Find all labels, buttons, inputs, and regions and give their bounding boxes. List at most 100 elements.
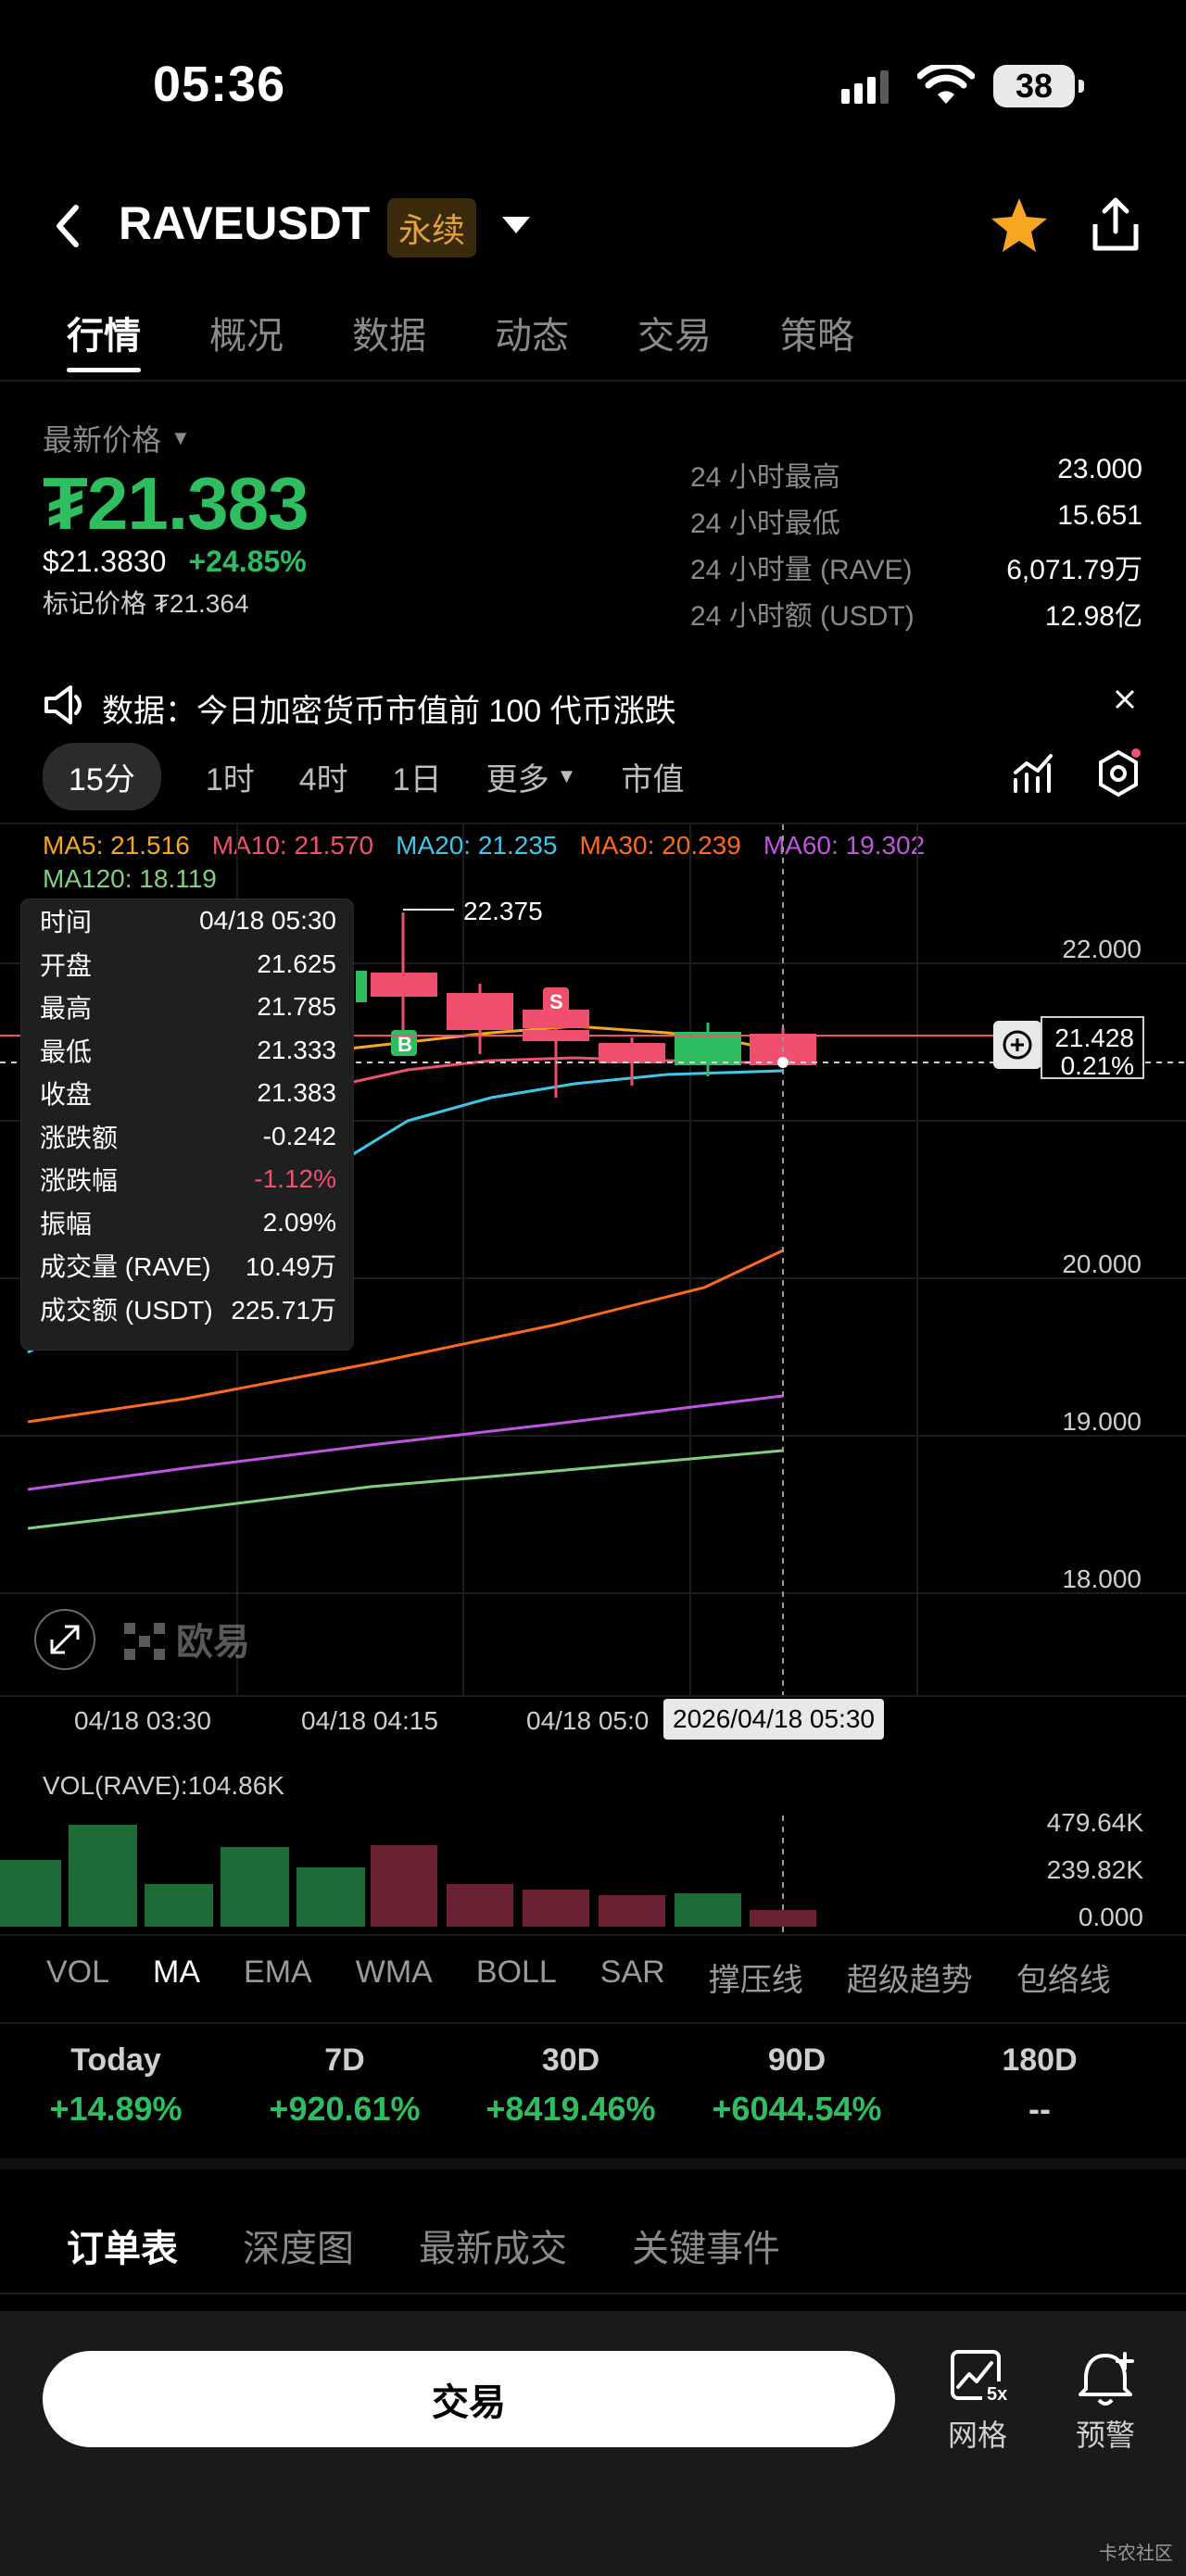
symbol-dropdown-icon[interactable] — [500, 215, 532, 237]
battery-indicator: 38 — [993, 65, 1084, 107]
tab-trade[interactable]: 交易 — [637, 306, 712, 371]
performance-row: Today +14.89% 7D +920.61% 30D +8419.46% 90D… — [0, 2042, 1186, 2129]
tab-strategy[interactable]: 策略 — [780, 306, 854, 371]
last-price-label[interactable]: 最新价格 ▼ — [43, 417, 191, 459]
volume-bar — [145, 1884, 213, 1927]
stat-value: 15.651 — [1057, 500, 1142, 531]
perf-today: Today +14.89% — [0, 2042, 232, 2129]
sell-marker[interactable]: S — [543, 987, 569, 1013]
tab-key-events[interactable]: 关键事件 — [632, 2218, 780, 2272]
symbol-title[interactable]: RAVEUSDT — [119, 196, 370, 250]
orderbook-divider — [0, 2293, 1186, 2294]
back-icon[interactable] — [52, 202, 83, 250]
trade-button[interactable]: 交易 — [43, 2351, 895, 2447]
timeframe-4h[interactable]: 4时 — [299, 754, 348, 799]
perf-label: 90D — [767, 2042, 826, 2078]
indicator-sar[interactable]: SAR — [600, 1954, 665, 2000]
stat-label: 24 小时最低 — [690, 509, 840, 539]
share-icon[interactable] — [1090, 196, 1142, 254]
candle — [371, 973, 437, 997]
tooltip-label: 涨跌幅 — [40, 1166, 119, 1196]
grid-trading-icon: 5x — [951, 2350, 1014, 2405]
speaker-icon — [44, 685, 82, 724]
perpetual-badge: 永续 — [387, 198, 477, 258]
perf-label: 7D — [324, 2042, 365, 2078]
orderbook-tabs: 订单表 深度图 最新成交 关键事件 — [67, 2218, 845, 2272]
timeframe-more[interactable]: 更多 ▼ — [486, 754, 577, 799]
volume-label: VOL(RAVE):104.86K — [43, 1771, 284, 1800]
indicator-supertrend[interactable]: 超级趋势 — [847, 1954, 973, 2000]
favorite-star-icon[interactable] — [990, 196, 1049, 254]
perf-value: +8419.46% — [486, 2090, 656, 2128]
tooltip-row: 最低 21.333 — [21, 1029, 353, 1073]
buy-marker[interactable]: B — [391, 1030, 417, 1056]
tooltip-value: -1.12% — [254, 1164, 336, 1194]
usd-price: $21.3830 — [43, 545, 167, 578]
indicator-vol[interactable]: VOL — [46, 1954, 109, 2000]
perf-value: -- — [1028, 2090, 1051, 2128]
tab-data[interactable]: 数据 — [352, 306, 426, 371]
tabs-divider — [0, 380, 1186, 382]
indicator-wma[interactable]: WMA — [356, 1954, 433, 2000]
candles — [356, 912, 816, 1098]
grid-leverage-badge: 5x — [987, 2384, 1007, 2405]
chart-settings-icon[interactable] — [1095, 748, 1142, 798]
volume-chart[interactable] — [0, 1816, 1186, 1936]
tooltip-value: 2.09% — [262, 1207, 336, 1237]
x-tick-label: 04/18 05:0 — [526, 1706, 650, 1735]
tooltip-value: 21.383 — [257, 1078, 336, 1108]
mark-price: 标记价格 ₮21.364 — [43, 589, 249, 618]
tab-latest-trades[interactable]: 最新成交 — [419, 2218, 567, 2272]
volume-bar — [69, 1825, 137, 1927]
perf-value: +14.89% — [49, 2090, 183, 2128]
indicator-envelope[interactable]: 包络线 — [1016, 1954, 1111, 2000]
indicator-bar: VOL MA EMA WMA BOLL SAR 撑压线 超级趋势 包络线 — [46, 1954, 1111, 2000]
timeframe-marketcap[interactable]: 市值 — [621, 754, 684, 799]
indicator-ma[interactable]: MA — [153, 1954, 200, 2000]
timeframe-15m[interactable]: 15分 — [43, 742, 161, 810]
indicator-support-resistance[interactable]: 撑压线 — [709, 1954, 803, 2000]
caret-down-icon: ▼ — [556, 764, 577, 787]
alert-label: 预警 — [1075, 2419, 1135, 2452]
main-tabs: 行情 概况 数据 动态 交易 策略 — [67, 306, 923, 372]
volume-bar — [447, 1884, 513, 1927]
y-tick-label: 22.000 — [1062, 935, 1142, 963]
caret-down-icon: ▼ — [170, 426, 191, 449]
tab-news[interactable]: 动态 — [495, 306, 569, 371]
watermark: 欧易 — [176, 1622, 250, 1663]
indicator-ema[interactable]: EMA — [244, 1954, 312, 2000]
grid-button[interactable]: 5x 网格 — [936, 2348, 1019, 2455]
timeframe-1d[interactable]: 1日 — [393, 754, 442, 799]
alert-bell-icon — [1079, 2352, 1134, 2406]
tooltip-label: 收盘 — [40, 1080, 93, 1110]
notice-text[interactable]: 数据：今日加密货币市值前 100 代币涨跌 — [102, 685, 676, 731]
tab-market[interactable]: 行情 — [67, 306, 141, 372]
stat-label: 24 小时额 (USDT) — [690, 601, 915, 632]
tab-depth-chart[interactable]: 深度图 — [243, 2218, 354, 2272]
volume-bar — [523, 1890, 589, 1927]
stats-panel: 24 小时最高 23.000 24 小时最低 15.651 24 小时量 (RAVE… — [690, 454, 1142, 639]
volume-bar — [599, 1895, 665, 1927]
tab-orderbook[interactable]: 订单表 — [67, 2218, 178, 2272]
wifi-icon — [917, 65, 975, 104]
timeframe-more-label: 更多 — [486, 761, 549, 798]
crosshair-price: 21.428 — [1054, 1024, 1134, 1052]
stat-label: 24 小时量 (RAVE) — [690, 555, 913, 585]
indicator-chart-icon[interactable] — [1012, 752, 1054, 795]
tooltip-value: 21.785 — [257, 992, 336, 1022]
indicator-boll[interactable]: BOLL — [476, 1954, 557, 2000]
tab-overview[interactable]: 概况 — [209, 306, 284, 371]
stat-label: 24 小时最高 — [690, 462, 840, 493]
volume-bar — [296, 1867, 365, 1927]
alert-button[interactable]: 预警 — [1064, 2348, 1147, 2455]
close-notice-icon[interactable] — [1115, 689, 1135, 710]
timeframe-1h[interactable]: 1时 — [206, 754, 255, 799]
candle — [599, 1043, 665, 1063]
tooltip-row: 涨跌额 -0.242 — [21, 1115, 353, 1159]
stat-row: 24 小时最高 23.000 — [690, 454, 1142, 500]
tooltip-row: 时间 04/18 05:30 — [21, 899, 353, 943]
perf-value: +920.61% — [269, 2090, 421, 2128]
tooltip-row: 振幅 2.09% — [21, 1201, 353, 1245]
tooltip-label: 涨跌额 — [40, 1123, 119, 1152]
x-tick-label: 04/18 04:15 — [301, 1706, 438, 1735]
